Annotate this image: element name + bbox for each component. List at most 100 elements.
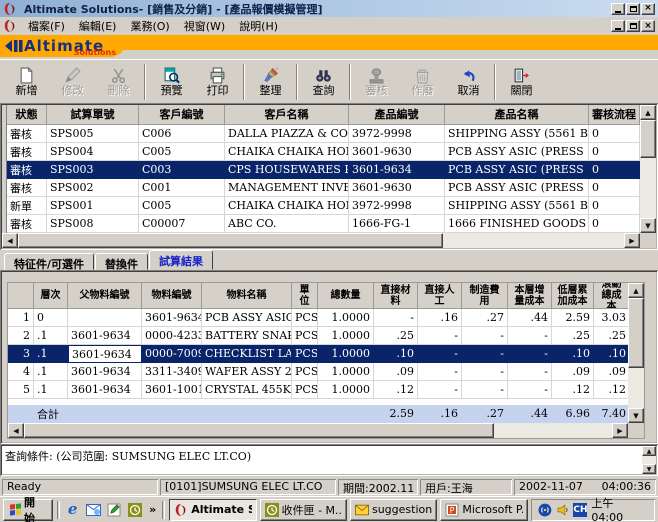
scroll-thumb[interactable] <box>628 298 644 368</box>
new-button[interactable]: 新增 <box>4 63 49 101</box>
menu-file[interactable]: 檔案(F) <box>21 17 72 35</box>
table-cell: CHECKLIST LABEL(( <box>202 345 292 363</box>
organizer-icon[interactable] <box>126 501 144 519</box>
table-cell: PCS <box>292 381 318 399</box>
close-button[interactable]: × <box>641 3 655 15</box>
task-inbox[interactable]: 收件匣 - M... <box>260 499 347 521</box>
modify-button[interactable]: 修改 <box>50 63 95 101</box>
scroll-left-icon[interactable]: ◀ <box>8 423 24 438</box>
table-cell: 3601-9634 <box>68 363 142 381</box>
cancel-button[interactable]: 取消 <box>446 63 491 101</box>
table-row[interactable]: 4.13601-96343311-3409WAFER ASSY 2 CIR(PC… <box>8 363 628 381</box>
menu-help[interactable]: 說明(H) <box>232 17 285 35</box>
table-cell: .25 <box>552 327 594 345</box>
task-suggestions[interactable]: suggestions ... <box>350 499 437 521</box>
task-altimate[interactable]: Altimate Sol... <box>169 499 256 521</box>
scroll-up-icon[interactable]: ▲ <box>640 105 656 120</box>
table-cell: 1.0000 <box>318 363 374 381</box>
table-cell: 合計 <box>34 405 68 423</box>
task-powerpoint[interactable]: P Microsoft P... <box>440 499 527 521</box>
table-row[interactable]: 103601-9634PCB ASSY ASIC (PIPCS1.0000-.1… <box>8 309 628 327</box>
table-cell <box>8 283 34 309</box>
child-minimize-button[interactable] <box>611 20 625 32</box>
child-restore-button[interactable] <box>626 20 640 32</box>
table-row[interactable]: 3.13601-96340000-7009CHECKLIST LABEL((PC… <box>8 345 628 363</box>
table-row[interactable]: 審核SPS003C003CPS HOUSEWARES PTY LTD.3601-… <box>7 161 640 179</box>
window-title: Altimate Solutions- [銷售及分銷] - [產品報價模擬管理] <box>24 1 608 17</box>
table-cell: .25 <box>594 327 628 345</box>
table-cell: C005 <box>139 197 225 215</box>
table-cell: CHAIKA CHAIKA HONG KONG <box>225 197 349 215</box>
print-button[interactable]: 打印 <box>195 63 240 101</box>
table-cell: CRYSTAL 455KHZ <box>202 381 292 399</box>
menu-window[interactable]: 視窗(W) <box>177 17 232 35</box>
table-cell: .10 <box>374 345 418 363</box>
table-row[interactable]: 2.13601-96340000-4233BATTERY SNAP AWG(PC… <box>8 327 628 345</box>
orders-vertical-scrollbar[interactable]: ▲ ▼ <box>640 105 656 233</box>
scroll-down-icon[interactable]: ▼ <box>628 408 644 423</box>
scroll-right-icon[interactable]: ▶ <box>624 233 640 248</box>
table-cell: 3601-9634 <box>68 345 142 363</box>
tidy-button[interactable]: 整理 <box>248 63 293 101</box>
table-cell: - <box>462 345 508 363</box>
query-condition-box[interactable]: 查詢條件: (公司范圍: SUMSUNG ELEC LT.CO) ▲ ▼ <box>0 444 658 476</box>
speaker-icon[interactable] <box>556 503 570 517</box>
table-row[interactable]: 審核SPS004C005CHAIKA CHAIKA HONG KONG3601-… <box>7 143 640 161</box>
quick-launch-overflow-chevron[interactable]: » <box>147 503 158 516</box>
table-cell: - <box>462 381 508 399</box>
compose-icon[interactable] <box>105 501 123 519</box>
tab-substitute[interactable]: 替換件 <box>95 253 148 270</box>
child-close-button[interactable]: × <box>641 20 655 32</box>
query-scrollbar[interactable]: ▲ ▼ <box>642 446 656 474</box>
tab-trial-result[interactable]: 試算結果 <box>149 250 213 270</box>
table-cell: SPS002 <box>47 179 139 197</box>
restore-button[interactable] <box>626 3 640 15</box>
scroll-down-icon[interactable]: ▼ <box>642 464 656 474</box>
status-company: [0101]SUMSUNG ELEC LT.CO <box>160 479 336 495</box>
table-cell: 單位 <box>292 283 318 309</box>
table-row[interactable]: 審核SPS002C001MANAGEMENT INVESTMENT &3601-… <box>7 179 640 197</box>
scroll-up-icon[interactable]: ▲ <box>628 283 644 298</box>
table-cell: .09 <box>374 363 418 381</box>
taskbar-clock[interactable]: 上午 04:00 <box>591 495 648 522</box>
table-row[interactable]: 審核SPS005C006DALLA PIAZZA & CO. (HK)3972-… <box>7 125 640 143</box>
table-row[interactable]: 合計2.59.16.27.446.967.40 <box>8 405 628 423</box>
scroll-down-icon[interactable]: ▼ <box>640 218 656 233</box>
scroll-thumb[interactable] <box>640 120 656 158</box>
menu-business[interactable]: 業務(O) <box>123 17 176 35</box>
header-row[interactable]: 層次父物料編號物料編號物料名稱單位總數量直接材料直接人工制造費用本層增量成本低層… <box>8 283 628 309</box>
scroll-right-icon[interactable]: ▶ <box>612 423 628 438</box>
table-cell: 父物料編號 <box>68 283 142 309</box>
result-vertical-scrollbar[interactable]: ▲ ▼ <box>628 283 644 423</box>
scrollbar-corner <box>640 233 656 248</box>
ie-icon[interactable]: e <box>64 501 82 519</box>
result-horizontal-scrollbar[interactable]: ◀ ▶ <box>8 423 644 438</box>
void-button[interactable]: 作廢 <box>400 63 445 101</box>
table-cell: PCB ASSY ASIC (PRESS START 0 <box>445 161 589 179</box>
preview-button[interactable]: 預覽 <box>149 63 194 101</box>
mail-send-receive-icon[interactable] <box>85 501 103 519</box>
orders-grid-body: 審核SPS005C006DALLA PIAZZA & CO. (HK)3972-… <box>7 125 640 233</box>
tab-feature-optional[interactable]: 特征件/可選件 <box>4 253 94 270</box>
table-row[interactable]: 審核SPS008C00007ABC CO.1666-FG-11666 FINIS… <box>7 215 640 233</box>
table-cell: - <box>418 345 462 363</box>
scroll-up-icon[interactable]: ▲ <box>642 446 656 456</box>
volume-signal-icon[interactable] <box>538 503 552 517</box>
menu-edit[interactable]: 編輯(E) <box>72 17 124 35</box>
table-row[interactable]: 新單SPS001C005CHAIKA CHAIKA HONG KONG3972-… <box>7 197 640 215</box>
scroll-thumb[interactable] <box>24 423 494 438</box>
start-button[interactable]: 開始 <box>3 499 53 521</box>
minimize-button[interactable] <box>611 3 625 15</box>
approve-button[interactable]: 審核 <box>354 63 399 101</box>
table-row[interactable]: 5.13601-96343601-1001CRYSTAL 455KHZPCS1.… <box>8 381 628 399</box>
input-language-badge[interactable]: CH <box>573 503 587 517</box>
table-cell: SPS003 <box>47 161 139 179</box>
query-button[interactable]: 查詢 <box>301 63 346 101</box>
scroll-left-icon[interactable]: ◀ <box>2 233 18 248</box>
table-cell: 0 <box>34 309 68 327</box>
scroll-thumb[interactable] <box>18 233 443 248</box>
close-window-button[interactable]: 關閉 <box>499 63 544 101</box>
header-row[interactable]: 狀態試算單號客戶編號客戶名稱產品編號產品名稱審核流程 <box>7 105 640 125</box>
orders-horizontal-scrollbar[interactable]: ◀ ▶ <box>2 233 656 248</box>
delete-button[interactable]: 刪除 <box>96 63 141 101</box>
